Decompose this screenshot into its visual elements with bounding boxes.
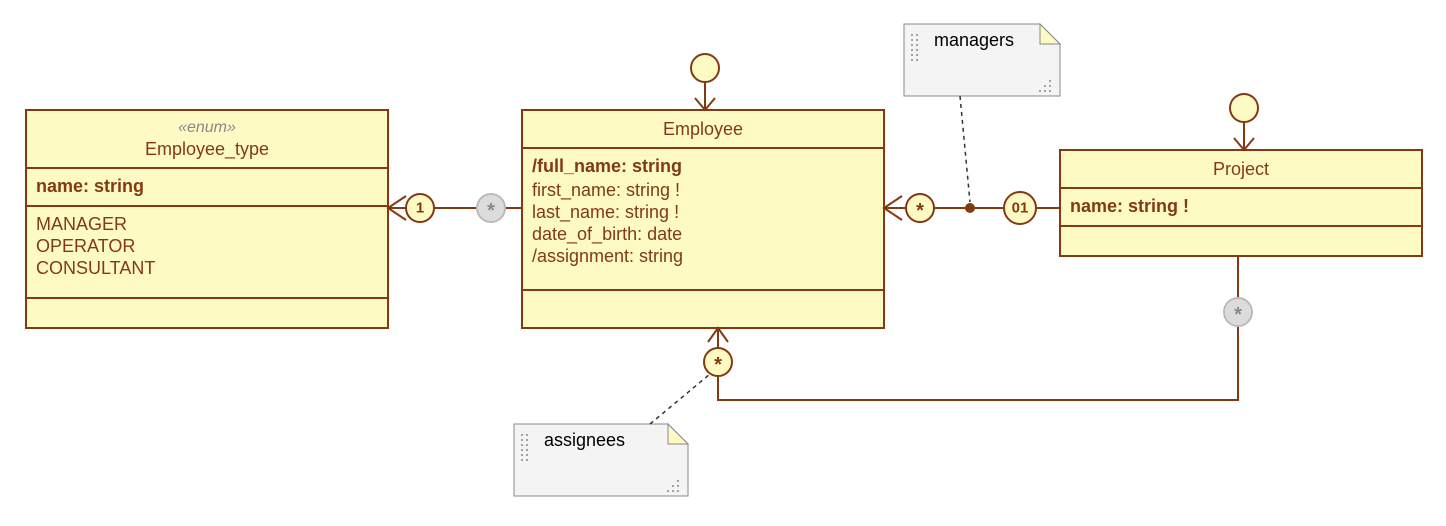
employee-type-value-0: MANAGER xyxy=(36,214,127,234)
employee-key-attr: /full_name: string xyxy=(532,156,682,176)
employee-name: Employee xyxy=(663,119,743,139)
note-managers-text: managers xyxy=(934,30,1014,50)
mult-emp-proj-mgr-near: * xyxy=(916,200,924,222)
employee-type-value-2: CONSULTANT xyxy=(36,258,155,278)
class-employee: Employee /full_name: string first_name: … xyxy=(522,110,884,328)
uml-diagram: «enum» Employee_type name: string MANAGE… xyxy=(0,0,1446,526)
note-link-managers xyxy=(960,96,970,202)
employee-type-name: Employee_type xyxy=(145,139,269,160)
employee-type-stereotype: «enum» xyxy=(178,119,236,136)
project-key-attr: name: string ! xyxy=(1070,196,1189,216)
employee-attr-3: /assignment: string xyxy=(532,246,683,266)
note-assignees: assignees xyxy=(514,424,688,496)
assoc-employee-type: * 1 xyxy=(388,194,522,222)
employee-attr-1: last_name: string ! xyxy=(532,202,679,223)
employee-type-value-1: OPERATOR xyxy=(36,236,135,256)
mult-emp-proj-mgr-far: 01 xyxy=(1012,200,1029,217)
note-link-assignees xyxy=(650,374,710,424)
assoc-employee-project-managers: * 01 xyxy=(884,192,1060,224)
mult-emp-proj-assign-near: * xyxy=(714,354,722,376)
assoc-project-self xyxy=(1230,94,1258,150)
note-managers: managers xyxy=(904,24,1060,96)
project-name: Project xyxy=(1213,159,1269,179)
assoc-employee-self xyxy=(691,54,719,110)
mult-emp-type-far: 1 xyxy=(416,200,424,217)
class-project: Project name: string ! xyxy=(1060,150,1422,256)
class-employee-type: «enum» Employee_type name: string MANAGE… xyxy=(26,110,388,328)
employee-type-key-attr: name: string xyxy=(36,176,144,196)
employee-attr-0: first_name: string ! xyxy=(532,180,680,201)
mult-proj-assign-far: * xyxy=(1234,304,1242,326)
mult-emp-type-near: * xyxy=(487,200,495,222)
employee-attr-2: date_of_birth: date xyxy=(532,224,682,245)
note-assignees-text: assignees xyxy=(544,430,625,450)
